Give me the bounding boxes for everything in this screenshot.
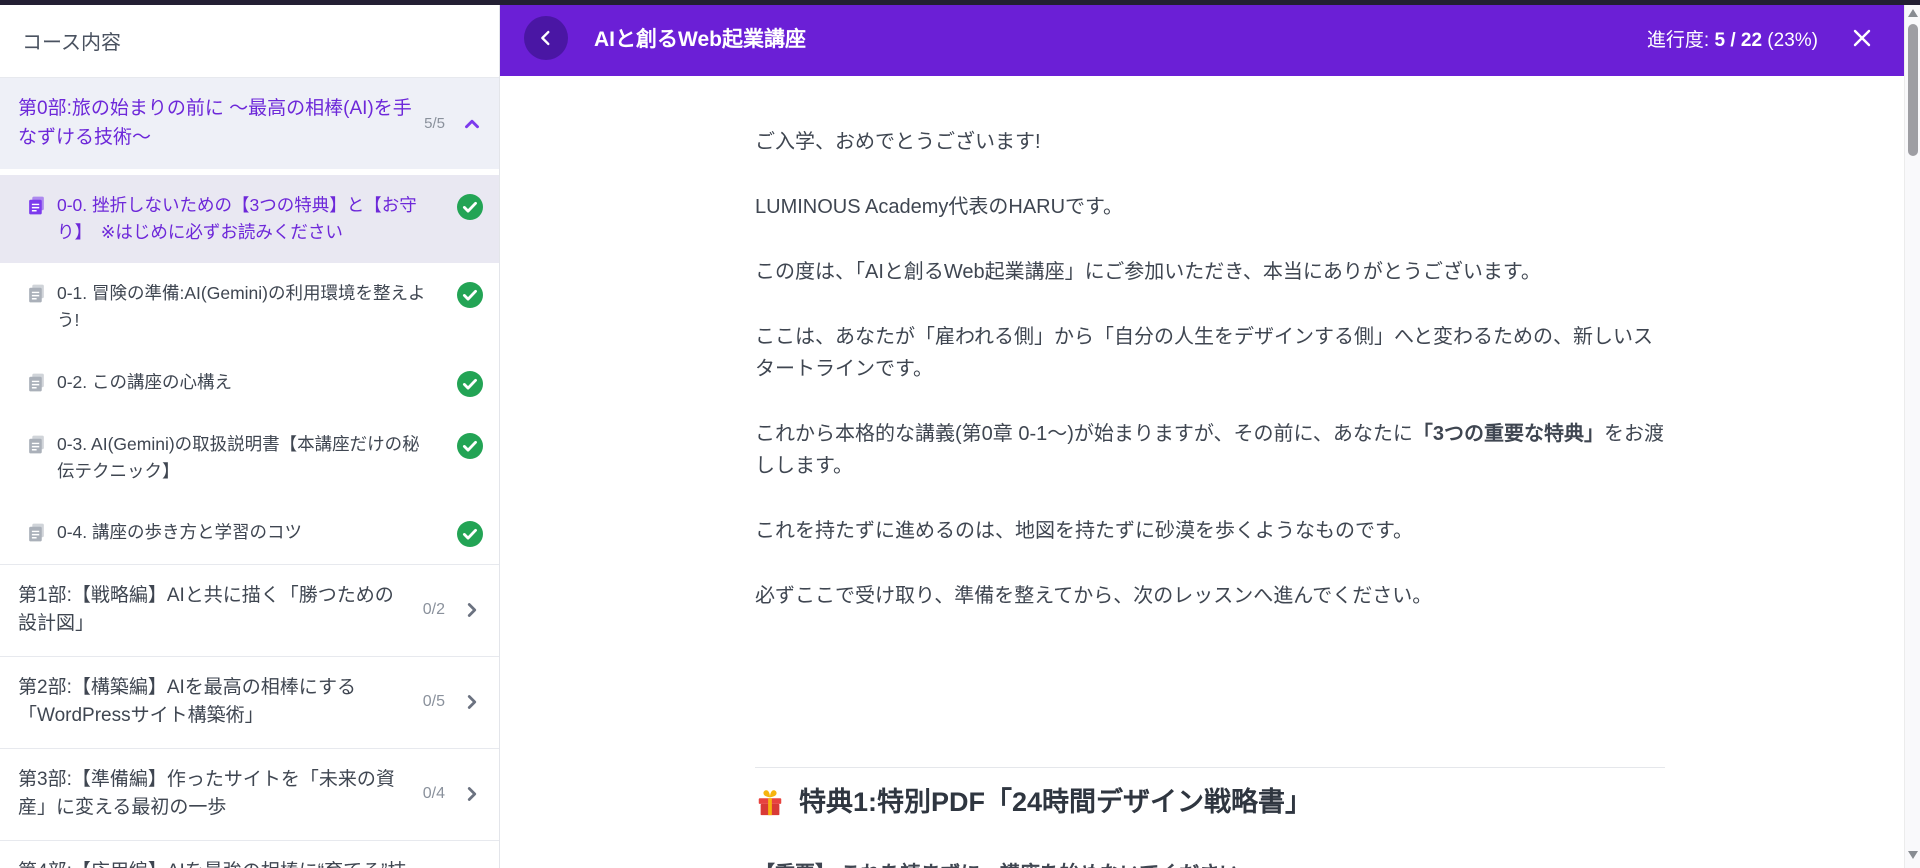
chevron-right-icon <box>467 603 477 618</box>
close-button[interactable] <box>1848 24 1876 52</box>
section-header-part4[interactable]: 第4部:【応用編】AIを最強の相棒に“育てる”技術 0/5 <box>0 839 499 868</box>
section-label: 第4部:【応用編】AIを最強の相棒に“育てる”技術 <box>18 858 413 868</box>
document-icon <box>29 523 44 542</box>
section-header-part3[interactable]: 第3部:【準備編】作ったサイトを「未来の資産」に変える最初の一歩 0/4 <box>0 747 499 840</box>
paragraph: これから本格的な講義(第0章 0-1〜)が始まりますが、その前に、あなたに「3つ… <box>755 418 1665 482</box>
course-contents-sidebar: コース内容 第0部:旅の始まりの前に 〜最高の相棒(AI)を手なずける技術〜 5… <box>0 0 500 868</box>
section-progress-count: 0/2 <box>422 601 445 619</box>
lesson-label: 0-4. 講座の歩き方と学習のコツ <box>57 521 303 542</box>
paragraph: 必ずここで受け取り、準備を整えてから、次のレッスンへ進んでください。 <box>755 585 1433 607</box>
document-icon <box>29 284 44 303</box>
section-label: 第3部:【準備編】作ったサイトを「未来の資産」に変える最初の一歩 <box>18 768 395 819</box>
chevron-right-icon <box>467 787 477 802</box>
paragraph: この度は、「AIと創るWeb起業講座」にご参加いただき、本当にありがとうございま… <box>755 261 1541 283</box>
window-top-border <box>0 0 1920 5</box>
chevron-right-icon <box>467 695 477 710</box>
progress-label: 進行度: <box>1646 29 1715 51</box>
important-warning-text: 【重要】 これを読まずに、講座を始めないでください <box>755 858 1665 868</box>
chevron-up-icon <box>465 119 479 128</box>
lesson-main-area: AIと創るWeb起業講座 進行度: 5 / 22 (23%) ご入学、おめでとう… <box>500 0 1920 868</box>
document-icon <box>29 196 44 215</box>
paragraph: LUMINOUS Academy代表のHARUです。 <box>755 196 1124 218</box>
lesson-label: 0-1. 冒険の準備:AI(Gemini)の利用環境を整えよう! <box>57 283 426 331</box>
vertical-spacer <box>755 645 1665 767</box>
paragraph: ここは、あなたが「雇われる側」から「自分の人生をデザインする側」へと変わるための… <box>755 326 1653 380</box>
paragraph-bold-text: 「3つの重要な特典」 <box>1412 423 1605 445</box>
completed-check-icon <box>457 370 483 397</box>
sidebar-title: コース内容 <box>0 0 499 78</box>
lesson-content-scroll-area[interactable]: ご入学、おめでとうございます! LUMINOUS Academy代表のHARUで… <box>500 76 1920 868</box>
close-icon <box>1853 29 1871 47</box>
progress-indicator: 進行度: 5 / 22 (23%) <box>1647 25 1818 52</box>
paragraph: これを持たずに進めるのは、地図を持たずに砂漠を歩くようなものです。 <box>755 520 1413 542</box>
section-progress-count: 5/5 <box>424 115 445 132</box>
course-player-window: コース内容 第0部:旅の始まりの前に 〜最高の相棒(AI)を手なずける技術〜 5… <box>0 0 1920 868</box>
lesson-item-0-1[interactable]: 0-1. 冒険の準備:AI(Gemini)の利用環境を整えよう! <box>0 263 499 351</box>
course-title: AIと創るWeb起業講座 <box>594 28 806 51</box>
lesson-item-0-2[interactable]: 0-2. この講座の心構え <box>0 352 499 414</box>
lesson-label: 0-2. この講座の心構え <box>57 371 233 392</box>
scrollbar-thumb[interactable] <box>1908 24 1918 156</box>
section-label: 第0部:旅の始まりの前に 〜最高の相棒(AI)を手なずける技術〜 <box>18 98 412 148</box>
lesson-article: ご入学、おめでとうございます! LUMINOUS Academy代表のHARUで… <box>755 76 1665 868</box>
back-button[interactable] <box>524 16 568 60</box>
lesson-item-0-4[interactable]: 0-4. 講座の歩き方と学習のコツ <box>0 502 499 564</box>
lesson-label: 0-0. 挫折しないための【3つの特典】と【お守り】 ※はじめに必ずお読みくださ… <box>57 195 417 243</box>
gift-icon <box>758 790 782 816</box>
section-progress-count: 0/4 <box>422 785 445 803</box>
completed-check-icon <box>457 282 483 309</box>
scrollbar-down-arrow[interactable] <box>1908 851 1918 859</box>
document-icon <box>29 435 44 453</box>
lesson-item-0-0[interactable]: 0-0. 挫折しないための【3つの特典】と【お守り】 ※はじめに必ずお読みくださ… <box>0 175 499 264</box>
progress-percent: (23%) <box>1762 29 1818 51</box>
bonus1-heading-text: 特典1:特別PDF「24時間デザイン戦略書」 <box>799 787 1313 817</box>
section-label: 第1部:【戦略編】AIと共に描く「勝つための設計図」 <box>18 584 394 635</box>
vertical-scrollbar[interactable] <box>1904 0 1920 868</box>
completed-check-icon <box>457 432 483 459</box>
paragraph: ご入学、おめでとうございます! <box>755 131 1041 153</box>
section-header-part0[interactable]: 第0部:旅の始まりの前に 〜最高の相棒(AI)を手なずける技術〜 5/5 <box>0 78 499 169</box>
section-header-part1[interactable]: 第1部:【戦略編】AIと共に描く「勝つための設計図」 0/2 <box>0 563 499 656</box>
section-label: 第2部:【構築編】AIを最高の相棒にする「WordPressサイト構築術」 <box>18 676 356 727</box>
completed-check-icon <box>457 194 483 220</box>
document-icon <box>29 373 44 391</box>
completed-check-icon <box>457 520 483 547</box>
section-header-part2[interactable]: 第2部:【構築編】AIを最高の相棒にする「WordPressサイト構築術」 0/… <box>0 655 499 748</box>
chevron-left-icon <box>541 30 550 46</box>
lesson-list: 0-0. 挫折しないための【3つの特典】と【お守り】 ※はじめに必ずお読みくださ… <box>0 175 499 564</box>
course-header: AIと創るWeb起業講座 進行度: 5 / 22 (23%) <box>500 0 1920 76</box>
paragraph-text: これから本格的な講義(第0章 0-1〜)が始まりますが、その前に、あなたに <box>755 423 1413 445</box>
lesson-item-0-3[interactable]: 0-3. AI(Gemini)の取扱説明書【本講座だけの秘伝テクニック】 <box>0 414 499 502</box>
section-divider <box>755 767 1665 768</box>
section-progress-count: 0/5 <box>422 693 445 711</box>
lesson-label: 0-3. AI(Gemini)の取扱説明書【本講座だけの秘伝テクニック】 <box>57 433 420 481</box>
bonus1-heading: 特典1:特別PDF「24時間デザイン戦略書」 <box>755 786 1665 818</box>
progress-value: 5 / 22 <box>1714 29 1763 51</box>
scrollbar-up-arrow[interactable] <box>1908 9 1918 17</box>
